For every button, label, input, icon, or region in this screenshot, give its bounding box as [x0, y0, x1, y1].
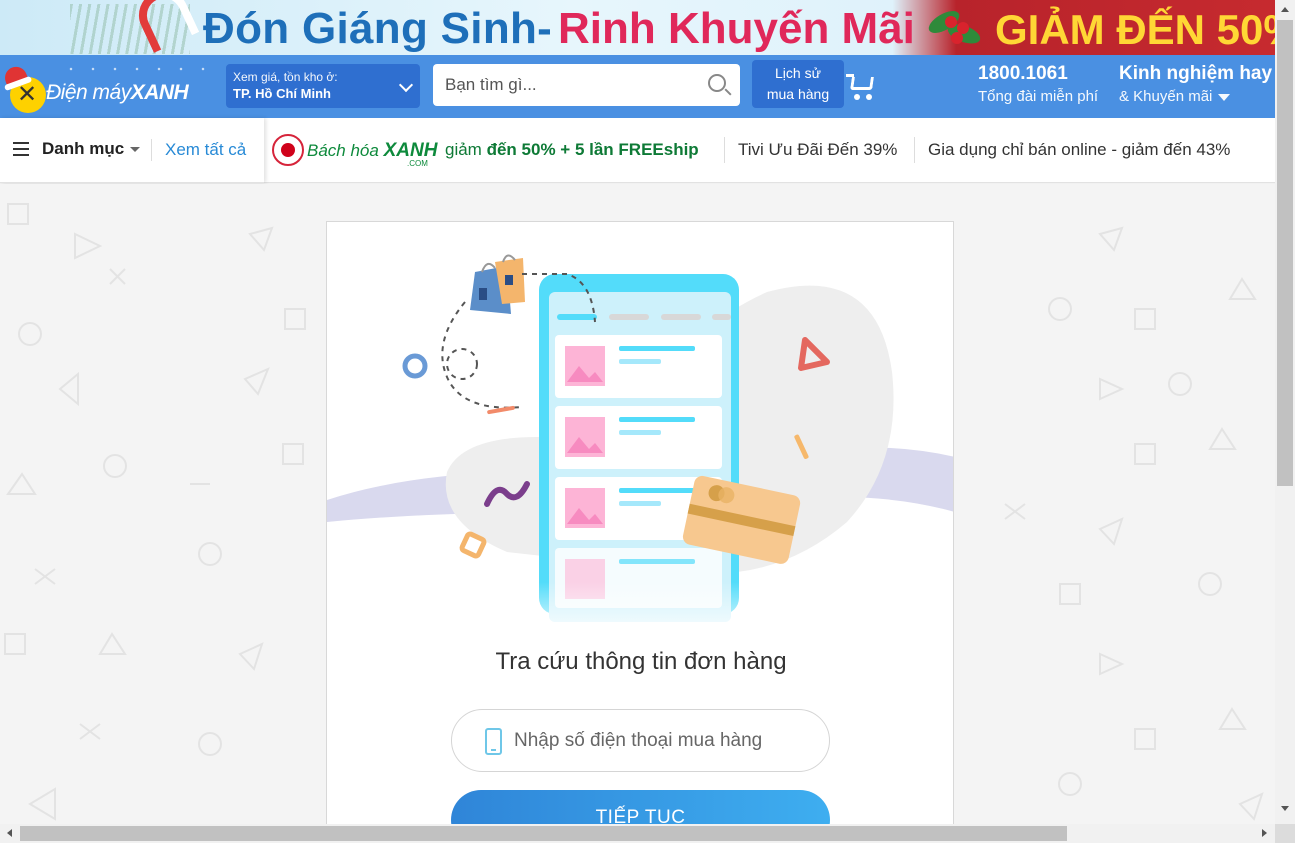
bhx-logo-icon — [272, 134, 304, 166]
cart-icon[interactable] — [846, 73, 876, 101]
appliance-promo-link[interactable]: Gia dụng chỉ bán online - giảm đến 43% — [928, 140, 1230, 160]
history-label-line2: mua hàng — [766, 86, 830, 102]
holly-decoration — [925, 4, 985, 52]
order-history-button[interactable]: Lịch sử mua hàng — [752, 60, 844, 108]
banner-text-promo: Rinh Khuyến Mãi — [558, 4, 915, 53]
see-all-link[interactable]: Xem tất cả — [165, 140, 246, 160]
location-selector[interactable]: Xem giá, tồn kho ở: TP. Hồ Chí Minh — [226, 64, 420, 108]
chevron-down-icon — [398, 77, 414, 93]
divider — [151, 139, 152, 161]
order-lookup-card: Tra cứu thông tin đơn hàng TIẾP TỤC — [326, 221, 954, 831]
order-lookup-title: Tra cứu thông tin đơn hàng — [495, 648, 787, 675]
search-input[interactable] — [433, 64, 698, 106]
bhx-brand-suffix: .COM — [407, 159, 428, 168]
caret-down-icon — [1218, 93, 1231, 101]
site-header: Điện máyXANH Xem giá, tồn kho ở: TP. Hồ … — [0, 55, 1275, 118]
hamburger-icon[interactable] — [13, 142, 29, 156]
category-menu-label[interactable]: Danh mục — [42, 139, 124, 159]
scroll-left-arrow-icon[interactable] — [7, 829, 12, 837]
hotline-number: 1800.1061 — [978, 63, 1068, 84]
search-box — [433, 64, 740, 106]
hotline-subtitle: Tổng đài miễn phí — [978, 88, 1099, 105]
scrollbar-corner — [1275, 824, 1295, 843]
logo-text: Điện máyXANH — [46, 81, 189, 104]
location-label: Xem giá, tồn kho ở: — [233, 70, 338, 84]
phone-icon — [485, 728, 502, 755]
history-label-line1: Lịch sử — [775, 65, 821, 81]
category-menu: Danh mục Xem tất cả — [0, 118, 264, 183]
divider — [724, 137, 725, 163]
bhx-promo-link[interactable]: giảm đến 50% + 5 lần FREEship — [445, 140, 699, 160]
category-bar: Danh mục Xem tất cả Bách hóa XANH .COM g… — [0, 118, 1275, 183]
tv-promo-link[interactable]: Tivi Ưu Đãi Đến 39% — [738, 140, 897, 160]
christmas-promo-banner[interactable]: Đón Giáng Sinh- Rinh Khuyến Mãi GIẢM ĐẾN… — [0, 0, 1275, 55]
horizontal-scrollbar[interactable] — [0, 824, 1275, 843]
hotline[interactable]: 1800.1061 Tổng đài miễn phí — [978, 63, 1098, 105]
site-logo[interactable]: Điện máyXANH — [0, 55, 218, 118]
santa-hat-icon — [1, 63, 29, 87]
banner-text-discount: GIẢM ĐẾN 50% — [995, 6, 1275, 53]
horizontal-scroll-thumb[interactable] — [20, 826, 1067, 841]
scroll-up-arrow-icon[interactable] — [1281, 7, 1289, 12]
caret-down-icon[interactable] — [130, 147, 140, 152]
tips-subtitle: & Khuyến mãi — [1119, 88, 1272, 105]
scroll-right-arrow-icon[interactable] — [1262, 829, 1267, 837]
snow-decoration — [60, 63, 210, 75]
phone-field — [451, 709, 830, 772]
tips-and-promotions-menu[interactable]: Kinh nghiệm hay & Khuyến mãi — [1119, 63, 1272, 105]
location-value: TP. Hồ Chí Minh — [233, 86, 331, 101]
scroll-down-arrow-icon[interactable] — [1281, 806, 1289, 811]
vertical-scroll-thumb[interactable] — [1277, 20, 1293, 486]
phone-number-input[interactable] — [514, 710, 814, 771]
search-icon[interactable] — [708, 74, 726, 92]
vertical-scrollbar[interactable] — [1275, 0, 1295, 824]
tips-title: Kinh nghiệm hay — [1119, 63, 1273, 84]
banner-text-christmas: Đón Giáng Sinh- — [203, 4, 553, 53]
order-lookup-illustration — [327, 254, 953, 642]
divider — [914, 137, 915, 163]
